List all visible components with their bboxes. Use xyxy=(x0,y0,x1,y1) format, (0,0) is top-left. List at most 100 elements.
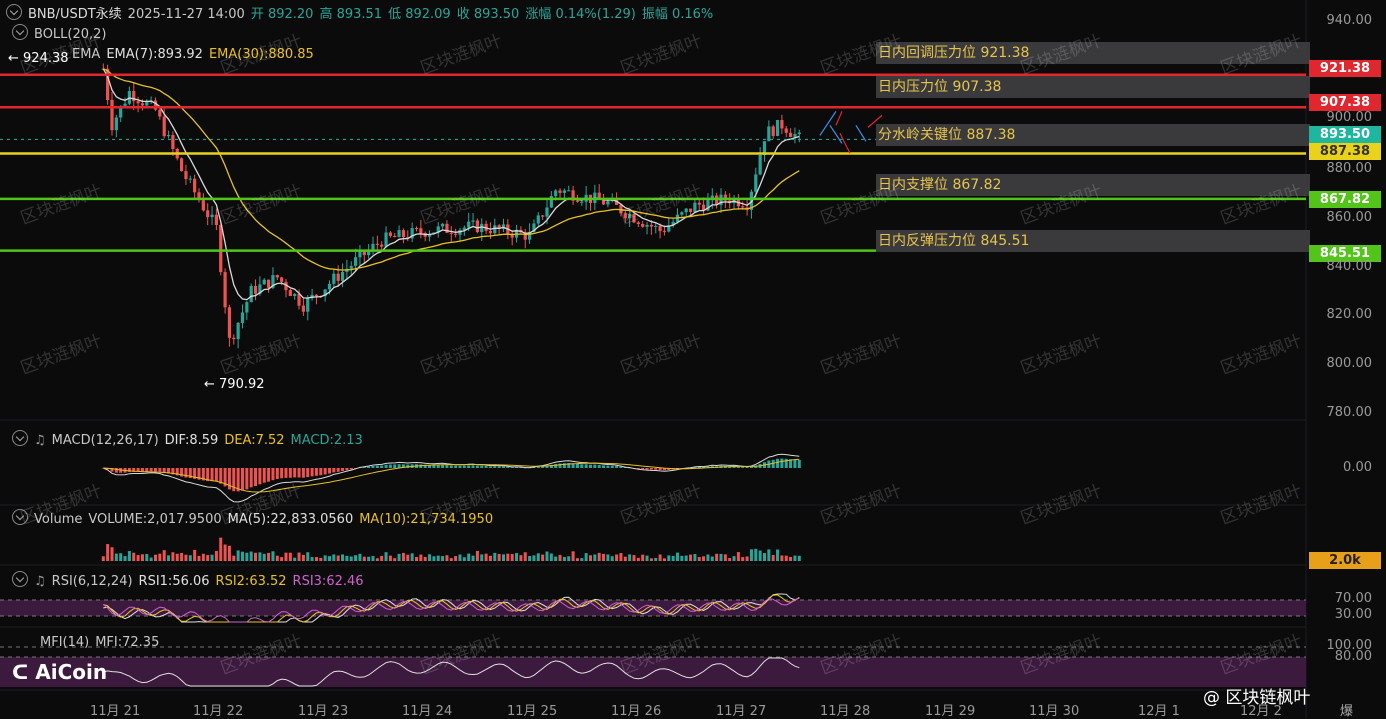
axis-820: 820.00 xyxy=(1326,307,1373,322)
macd-bar xyxy=(301,468,305,478)
macd-bar xyxy=(471,465,475,468)
volume-bar xyxy=(249,551,253,561)
volume-bar xyxy=(288,552,292,561)
volume-label[interactable]: Volume xyxy=(34,512,82,527)
candle-body xyxy=(771,126,775,136)
logo-icon: ᑕ xyxy=(12,660,36,684)
volume-bar xyxy=(371,555,375,561)
collapse-icon[interactable] xyxy=(12,24,28,40)
candle-body xyxy=(236,322,240,340)
macd-axis-0: 0.00 xyxy=(1343,460,1372,475)
volume-bar xyxy=(567,556,571,561)
volume-bar xyxy=(671,555,675,561)
macd-bar xyxy=(649,468,653,470)
volume-bar xyxy=(397,553,401,561)
volume-bar xyxy=(284,552,288,561)
macd-bar xyxy=(615,466,619,468)
volume-bar xyxy=(741,557,745,561)
macd-bar xyxy=(593,464,597,468)
candle-body xyxy=(480,223,484,233)
macd-bar xyxy=(484,466,488,468)
volume-bar xyxy=(319,557,323,561)
candle-body xyxy=(475,220,479,233)
high-marker: ← 924.38 xyxy=(8,51,69,66)
volume-bar xyxy=(254,552,258,561)
candle-body xyxy=(440,223,445,227)
volume-bar xyxy=(167,555,171,561)
macd-bar xyxy=(367,466,371,468)
bell-icon[interactable]: ♫ xyxy=(34,574,46,589)
macd-bar xyxy=(488,466,492,468)
level-box-2: 日内压力位 907.38 xyxy=(876,76,1310,98)
macd-bar xyxy=(249,468,253,488)
volume-bar xyxy=(432,556,436,561)
volume-bar xyxy=(680,555,684,561)
ema7-value: EMA(7):893.92 xyxy=(106,47,203,62)
volume-bar xyxy=(193,549,197,561)
axis-800: 800.00 xyxy=(1326,356,1373,371)
candle-body xyxy=(780,120,784,129)
candle-body xyxy=(493,225,497,234)
volume-bar xyxy=(458,554,462,561)
collapse-icon[interactable] xyxy=(12,571,28,587)
volume-bar xyxy=(615,554,619,561)
rsi1-value: RSI1:56.06 xyxy=(138,574,210,589)
collapse-icon[interactable] xyxy=(12,509,28,525)
macd-bar xyxy=(371,466,375,468)
volume-bar xyxy=(554,556,558,561)
macd-bar xyxy=(597,464,601,468)
candle-body xyxy=(741,206,745,208)
collapse-icon[interactable] xyxy=(6,4,22,20)
rsi-label[interactable]: RSI(6,12,24) xyxy=(52,574,133,589)
candle-body xyxy=(471,220,475,222)
candle-body xyxy=(306,298,310,312)
volume-bar xyxy=(206,555,210,561)
bell-icon[interactable]: ♫ xyxy=(34,433,46,448)
macd-bar xyxy=(306,468,310,478)
volume-bar xyxy=(506,553,510,561)
macd-bar xyxy=(480,465,484,468)
volume-bar xyxy=(493,552,497,561)
date-label: 11月 22 xyxy=(193,704,244,719)
macd-bar xyxy=(288,468,292,478)
candle-body xyxy=(558,190,562,193)
candle-body xyxy=(136,101,140,104)
macd-bar xyxy=(380,465,384,468)
macd-legend: ♫ MACD(12,26,17) DIF:8.59 DEA:7.52 MACD:2.13 xyxy=(12,430,369,448)
volume-bar xyxy=(658,554,662,561)
candle-body xyxy=(388,232,392,236)
volume-bar xyxy=(419,554,423,561)
boll-label[interactable]: BOLL(20,2) xyxy=(34,27,107,42)
volume-bar xyxy=(541,554,545,561)
rsi-legend: ♫ RSI(6,12,24) RSI1:56.06 RSI2:63.52 RSI3:62… xyxy=(12,571,370,589)
volume-bar xyxy=(384,552,388,561)
current-price-tag: 893.50 xyxy=(1309,126,1381,143)
collapse-icon[interactable] xyxy=(12,430,28,446)
macd-bar xyxy=(467,465,471,468)
volume-bar xyxy=(258,552,262,561)
macd-bar xyxy=(580,464,584,468)
macd-bar xyxy=(658,468,662,470)
price-chart[interactable] xyxy=(0,0,1386,718)
mfi-label[interactable]: MFI(14) xyxy=(40,635,89,650)
candle-body xyxy=(336,273,340,281)
volume-bar xyxy=(780,555,784,561)
candle-body xyxy=(449,232,453,234)
candle-body xyxy=(654,225,658,227)
volume-bar xyxy=(132,552,136,561)
volume-bar xyxy=(597,552,601,561)
low-value: 低 892.09 xyxy=(388,7,451,22)
macd-bar xyxy=(575,463,579,468)
macd-bar xyxy=(797,459,801,468)
candle-body xyxy=(554,190,558,197)
volume-bar xyxy=(762,553,766,561)
volume-bar xyxy=(697,557,701,561)
macd-bar xyxy=(297,468,301,478)
macd-bar xyxy=(149,468,153,472)
candle-body xyxy=(206,210,210,218)
macd-label[interactable]: MACD(12,26,17) xyxy=(52,433,159,448)
volume-bar xyxy=(628,554,632,561)
ema-label[interactable]: EMA xyxy=(72,47,100,62)
candle-body xyxy=(580,201,584,203)
symbol[interactable]: BNB/USDT永续 xyxy=(28,7,122,22)
